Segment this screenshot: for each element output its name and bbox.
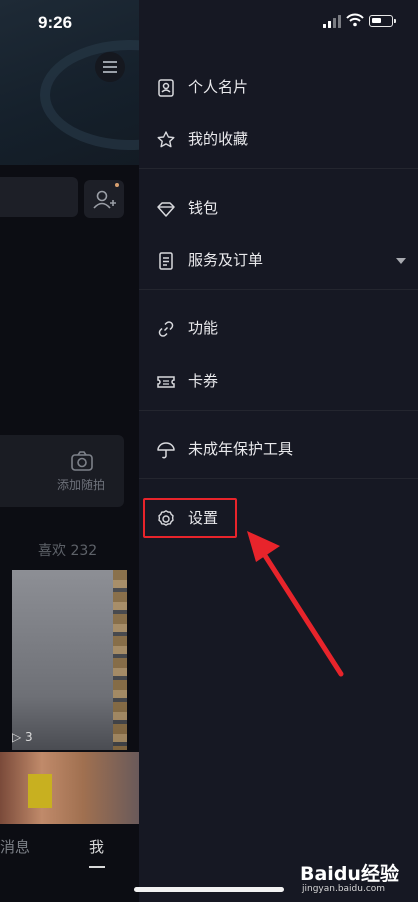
- add-moment-label: 添加随拍: [57, 478, 106, 492]
- add-moment-card[interactable]: 添加随拍: [0, 435, 124, 507]
- drawer-item-label: 个人名片: [188, 78, 249, 96]
- drawer-item-label: 卡券: [188, 372, 219, 390]
- drawer-item-coupons[interactable]: 卡券: [139, 360, 418, 404]
- document-icon: [159, 252, 173, 270]
- likes-count[interactable]: 喜欢 232: [38, 540, 97, 560]
- chevron-down-icon[interactable]: [396, 258, 406, 264]
- star-icon: [157, 131, 175, 148]
- link-icon: [158, 321, 174, 337]
- drawer-item-features[interactable]: 功能: [139, 307, 418, 351]
- status-time: 9:26: [38, 13, 73, 32]
- baidu-jingyan-watermark: Baidu经验 jingyan.baidu.com: [300, 857, 410, 899]
- id-card-icon: [158, 79, 174, 97]
- tab-active-indicator: [89, 866, 105, 868]
- drawer-item-label: 未成年保护工具: [188, 440, 294, 458]
- drawer-item-minor-protection[interactable]: 未成年保护工具: [139, 428, 418, 472]
- settings-highlight-box: [143, 498, 237, 538]
- drawer-item-services-orders[interactable]: 服务及订单: [139, 239, 418, 283]
- tab-messages[interactable]: 消息: [0, 836, 30, 857]
- divider: [139, 478, 418, 479]
- drawer-item-business-card[interactable]: 个人名片: [139, 66, 418, 110]
- hamburger-menu-icon[interactable]: [95, 52, 125, 82]
- wifi-icon: [346, 13, 364, 27]
- drawer-item-wallet[interactable]: 钱包: [139, 187, 418, 231]
- red-arrow-annotation: [247, 531, 344, 677]
- drawer-item-label: 服务及订单: [188, 251, 264, 269]
- camera-icon: [71, 451, 93, 471]
- umbrella-icon: [157, 442, 175, 459]
- divider: [139, 289, 418, 290]
- divider: [139, 410, 418, 411]
- cellular-signal-icon: [323, 15, 341, 28]
- drawer-item-label: 功能: [188, 319, 219, 337]
- ticket-icon: [157, 376, 175, 388]
- tab-me[interactable]: 我: [89, 836, 104, 857]
- watermark-url: jingyan.baidu.com: [302, 884, 386, 894]
- side-drawer: 个人名片 我的收藏 钱包 服务及订单 功能 卡券 未成年保护工具 设置: [139, 0, 418, 902]
- battery-icon: [369, 15, 396, 27]
- add-user-icon: [93, 183, 119, 209]
- play-count: ▷ 3: [12, 730, 33, 744]
- video-thumbnail[interactable]: [0, 752, 139, 824]
- diamond-icon: [157, 202, 175, 217]
- home-indicator[interactable]: [134, 887, 284, 892]
- edit-profile-bar[interactable]: [0, 177, 78, 217]
- drawer-item-favorites[interactable]: 我的收藏: [139, 118, 418, 162]
- profile-page-dimmed[interactable]: 添加随拍 喜欢 232 ▷ 3 消息 我: [0, 0, 139, 902]
- video-thumbnail[interactable]: ▷ 3: [12, 570, 127, 750]
- watermark-brand: Baidu经验: [300, 863, 399, 885]
- divider: [139, 168, 418, 169]
- drawer-item-label: 我的收藏: [188, 130, 249, 148]
- drawer-item-label: 钱包: [188, 199, 219, 217]
- add-friend-button[interactable]: [84, 180, 124, 218]
